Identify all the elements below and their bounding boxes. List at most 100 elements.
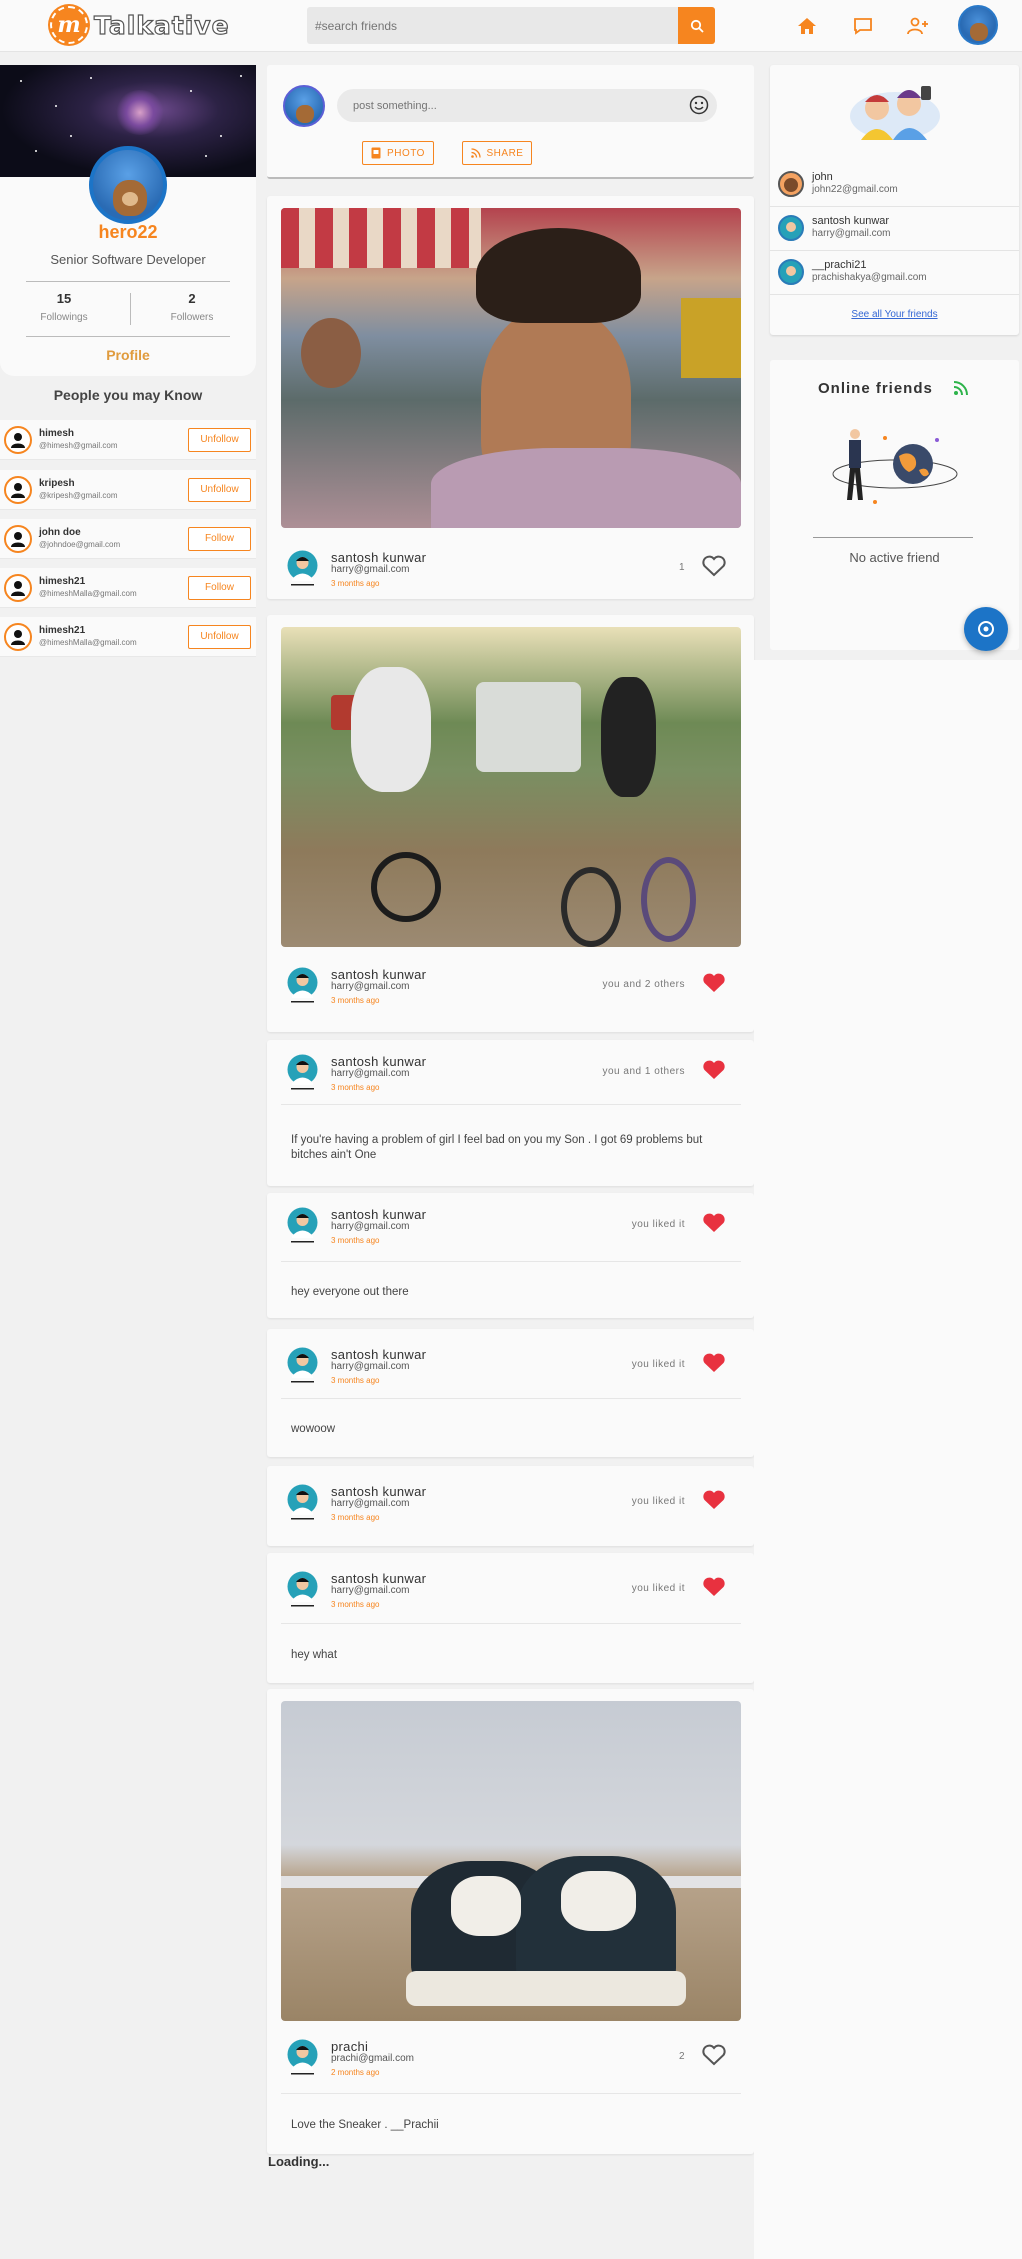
friend-requests-button[interactable] <box>906 14 930 38</box>
followings-stat[interactable]: 15 Followings <box>14 291 114 323</box>
friend-item[interactable]: santosh kunwar harry@gmail.com <box>770 207 1019 251</box>
share-button[interactable]: SHARE <box>462 141 532 165</box>
avatar[interactable] <box>287 550 318 586</box>
profile-link[interactable]: Profile <box>0 347 256 363</box>
friend-item[interactable]: john john22@gmail.com <box>770 163 1019 207</box>
avatar[interactable] <box>778 259 804 285</box>
suggestion-name[interactable]: himesh <box>39 428 74 439</box>
suggestion-email: @kripesh@gmail.com <box>39 491 118 500</box>
avatar[interactable] <box>287 1484 318 1520</box>
author-email: harry@gmail.com <box>331 1498 410 1509</box>
messages-button[interactable] <box>851 14 875 38</box>
friend-email: john22@gmail.com <box>812 184 898 195</box>
avatar[interactable] <box>4 574 32 602</box>
heart-filled-icon[interactable] <box>701 1351 727 1375</box>
post-composer: PHOTO SHARE <box>267 65 754 179</box>
search-icon <box>690 19 704 33</box>
suggestion-item: john doe @johndoe@gmail.com Follow <box>0 519 256 559</box>
user-icon <box>11 483 25 498</box>
avatar[interactable] <box>778 171 804 197</box>
followers-stat[interactable]: 2 Followers <box>142 291 242 323</box>
post-image[interactable] <box>281 1701 741 2021</box>
post-author: santosh kunwar harry@gmail.com 3 months … <box>287 550 727 590</box>
post-image[interactable] <box>281 208 741 528</box>
post-time: 3 months ago <box>331 1513 380 1522</box>
post-card: prachi prachi@gmail.com 2 months ago 2 L… <box>267 1689 754 2154</box>
rss-icon <box>953 381 968 396</box>
loading-indicator: Loading... <box>268 2154 330 2169</box>
author-email: harry@gmail.com <box>331 1068 410 1079</box>
avatar[interactable] <box>4 426 32 454</box>
user-icon <box>11 532 25 547</box>
avatar[interactable] <box>4 623 32 651</box>
suggestion-name[interactable]: himesh21 <box>39 625 85 636</box>
heart-filled-icon[interactable] <box>701 1575 727 1599</box>
like-count: you and 2 others <box>602 979 685 990</box>
unfollow-button[interactable]: Unfollow <box>188 625 251 649</box>
avatar[interactable] <box>778 215 804 241</box>
follow-button[interactable]: Follow <box>188 576 251 600</box>
heart-filled-icon[interactable] <box>701 1488 727 1512</box>
floating-chat-button[interactable] <box>964 607 1008 651</box>
avatar[interactable] <box>287 1207 318 1243</box>
avatar[interactable] <box>287 1571 318 1607</box>
heart-outline-icon[interactable] <box>701 554 727 578</box>
heart-outline-icon[interactable] <box>701 2043 727 2067</box>
avatar[interactable] <box>287 967 318 1003</box>
search-input[interactable] <box>307 7 677 44</box>
friend-item[interactable]: __prachi21 prachishakya@gmail.com <box>770 251 1019 295</box>
profile-picture[interactable] <box>89 146 167 224</box>
divider <box>26 281 230 282</box>
post-image[interactable] <box>281 627 741 947</box>
suggestion-name[interactable]: himesh21 <box>39 576 85 587</box>
author-name[interactable]: santosh kunwar <box>331 1207 426 1222</box>
divider <box>813 537 973 538</box>
heart-filled-icon[interactable] <box>701 1058 727 1082</box>
post-input[interactable] <box>337 89 667 122</box>
author-name[interactable]: prachi <box>331 2039 368 2054</box>
author-name[interactable]: santosh kunwar <box>331 1347 426 1362</box>
heart-filled-icon[interactable] <box>701 971 727 995</box>
avatar[interactable] <box>4 525 32 553</box>
followings-label: Followings <box>40 312 88 323</box>
search-button[interactable] <box>678 7 715 44</box>
avatar[interactable] <box>4 476 32 504</box>
avatar[interactable] <box>287 2039 318 2075</box>
unfollow-button[interactable]: Unfollow <box>188 478 251 502</box>
post-divider <box>281 1261 741 1262</box>
avatar[interactable] <box>287 1347 318 1383</box>
author-name[interactable]: santosh kunwar <box>331 550 426 565</box>
app-logo[interactable]: m Talkative <box>50 6 230 44</box>
post-card: santosh kunwar harry@gmail.com 3 months … <box>267 1040 754 1186</box>
unfollow-button[interactable]: Unfollow <box>188 428 251 452</box>
post-text: wowoow <box>291 1423 336 1435</box>
author-name[interactable]: santosh kunwar <box>331 1571 426 1586</box>
see-all-friends-link[interactable]: See all Your friends <box>770 309 1019 320</box>
suggestion-email: @himeshMalla@gmail.com <box>39 638 137 647</box>
suggestion-item: himesh @himesh@gmail.com Unfollow <box>0 420 256 460</box>
author-name[interactable]: santosh kunwar <box>331 967 426 982</box>
author-name[interactable]: santosh kunwar <box>331 1054 426 1069</box>
follow-button[interactable]: Follow <box>188 527 251 551</box>
followings-count: 15 <box>56 291 72 306</box>
user-icon <box>11 630 25 645</box>
suggestion-name[interactable]: kripesh <box>39 478 75 489</box>
avatar[interactable] <box>287 1054 318 1090</box>
photo-button[interactable]: PHOTO <box>362 141 434 165</box>
profile-username: hero22 <box>98 222 158 242</box>
heart-filled-icon[interactable] <box>701 1211 727 1235</box>
stat-divider <box>130 293 131 325</box>
user-avatar[interactable] <box>958 5 998 45</box>
home-button[interactable] <box>795 14 819 38</box>
suggestion-item: kripesh @kripesh@gmail.com Unfollow <box>0 470 256 510</box>
chat-bubble-icon <box>978 621 994 637</box>
photo-icon <box>371 147 381 159</box>
avatar[interactable] <box>283 85 325 127</box>
post-card: santosh kunwar harry@gmail.com 3 months … <box>267 615 754 1032</box>
post-author: santosh kunwar harry@gmail.com 3 months … <box>287 1207 727 1247</box>
author-name[interactable]: santosh kunwar <box>331 1484 426 1499</box>
post-time: 3 months ago <box>331 1236 380 1245</box>
suggestion-name[interactable]: john doe <box>39 527 81 538</box>
app-name: Talkative <box>93 10 230 40</box>
emoji-icon[interactable] <box>689 95 709 115</box>
